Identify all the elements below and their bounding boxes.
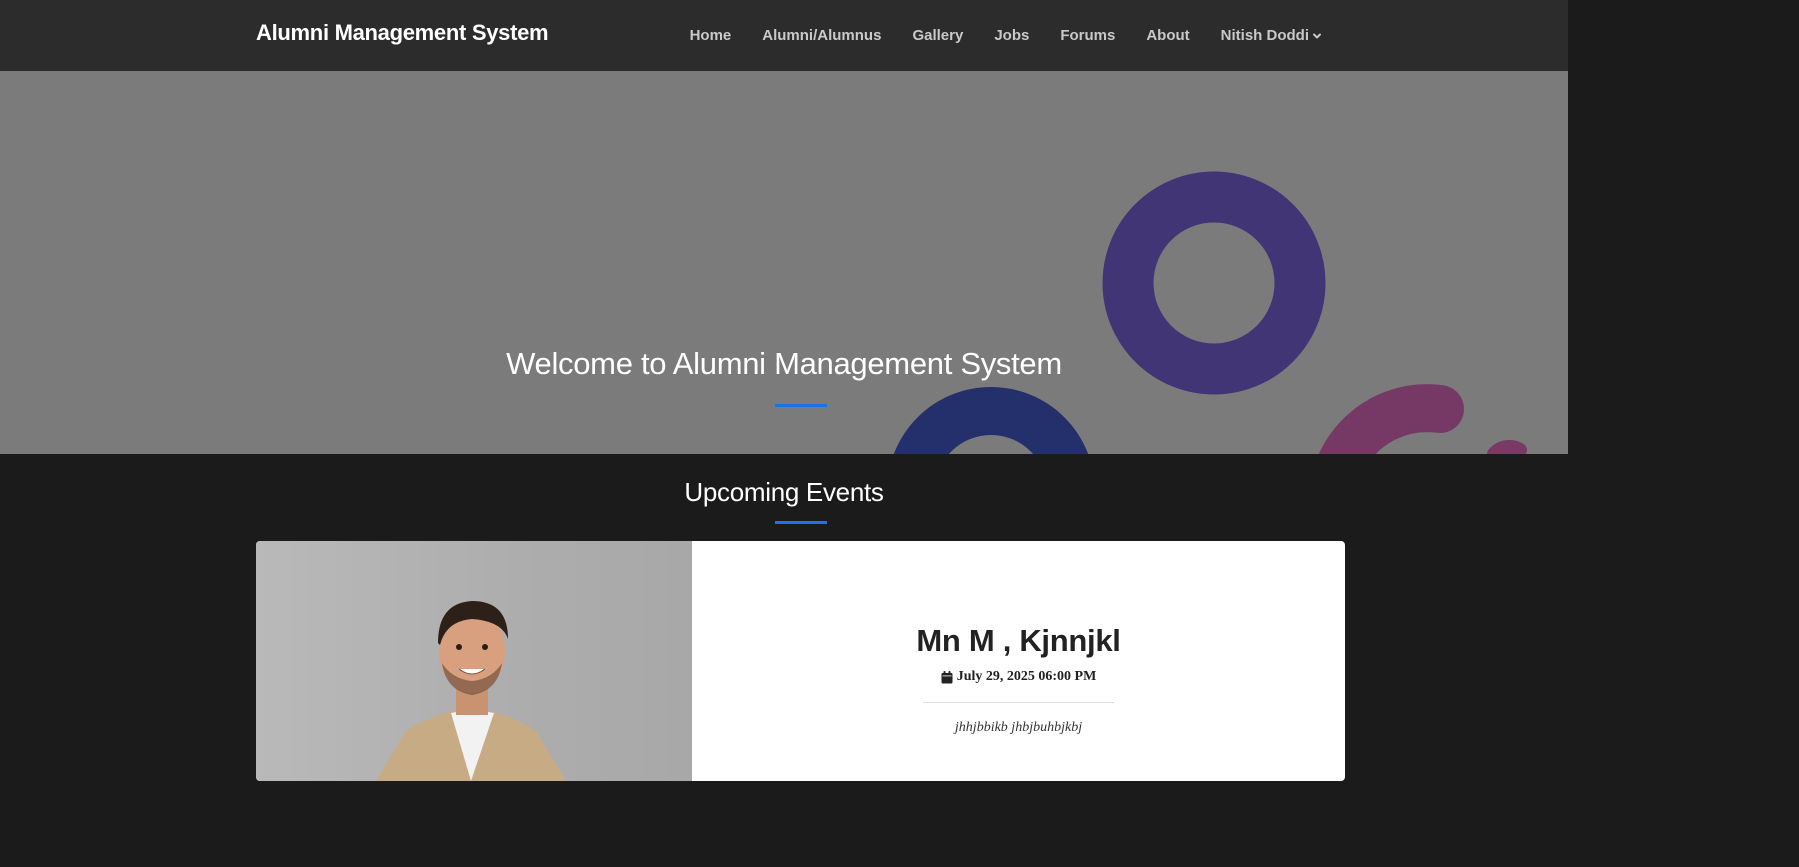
hero-banner: Welcome to Alumni Management System: [0, 71, 1568, 454]
hero-title: Welcome to Alumni Management System: [506, 346, 1062, 381]
purple-ring-shape: [1102, 171, 1326, 395]
nav-link-forums[interactable]: Forums: [1060, 27, 1115, 44]
event-date-text: July 29, 2025 06:00 PM: [956, 669, 1097, 684]
section-heading: Upcoming Events: [684, 477, 884, 507]
magenta-fragment-shape: [1487, 439, 1527, 454]
event-divider: [923, 702, 1114, 703]
nav-link-home[interactable]: Home: [690, 27, 732, 44]
event-title[interactable]: Mn M , Kjnnjkl: [692, 623, 1345, 659]
section-divider: [775, 521, 827, 524]
top-navbar: Alumni Management System Home Alumni/Alu…: [0, 0, 1568, 71]
event-date: July 29, 2025 06:00 PM: [692, 669, 1345, 685]
magenta-arc-shape: [1319, 384, 1464, 454]
nav-menu: Home Alumni/Alumnus Gallery Jobs Forums …: [690, 0, 1322, 71]
calendar-icon: [941, 670, 953, 683]
brand-link[interactable]: Alumni Management System: [256, 20, 549, 46]
hero-background-shapes: [894, 171, 1527, 454]
event-card[interactable]: Mn M , Kjnnjkl July 29, 2025 06:00 PM jh…: [256, 541, 1345, 781]
nav-link-jobs[interactable]: Jobs: [994, 27, 1029, 44]
navy-ring-shape: [894, 387, 1088, 454]
event-description: jhhjbbikb jhbjbuhbjkbj: [954, 720, 1083, 735]
chevron-down-icon: [1313, 33, 1321, 38]
upcoming-events-section: Upcoming Events Mn M , Kjnnjkl July 29, …: [0, 454, 1568, 781]
eye-left: [456, 644, 462, 650]
user-menu-label: Nitish Doddi: [1220, 27, 1309, 44]
user-menu-dropdown[interactable]: Nitish Doddi: [1221, 27, 1322, 44]
person-photo-illustration: [376, 601, 566, 781]
nav-link-alumni[interactable]: Alumni/Alumnus: [762, 27, 881, 44]
event-image: [256, 541, 692, 781]
nav-link-gallery[interactable]: Gallery: [912, 27, 963, 44]
event-details: Mn M , Kjnnjkl July 29, 2025 06:00 PM jh…: [692, 541, 1345, 781]
hero-divider: [775, 404, 827, 407]
nav-link-about[interactable]: About: [1146, 27, 1189, 44]
eye-right: [482, 644, 488, 650]
